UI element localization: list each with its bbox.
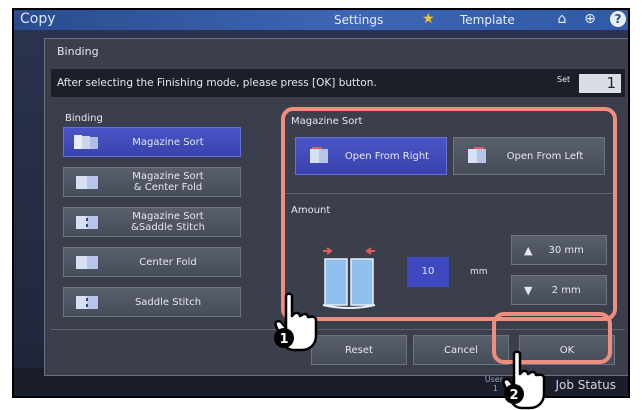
dialog-title: Binding (57, 45, 99, 58)
max-amount-label: 30 mm (548, 244, 584, 256)
center-fold-book-icon (76, 176, 98, 189)
open-from-left-button[interactable]: Open From Left (453, 137, 605, 175)
globe-icon[interactable]: ⊕ (582, 11, 598, 27)
star-icon: ★ (422, 11, 435, 27)
set-count: 1 (579, 74, 621, 93)
binding-center-fold-button[interactable]: Center Fold (63, 247, 241, 277)
set-label: Set (557, 75, 571, 84)
callout-number-1: 1 (279, 332, 288, 347)
instruction-bar: After selecting the Finishing mode, plea… (51, 69, 625, 97)
binding-magazine-sort-button[interactable]: Magazine Sort (63, 127, 241, 157)
amount-unit: mm (470, 267, 488, 277)
binding-magazine-center-fold-button[interactable]: Magazine Sort & Center Fold (63, 167, 241, 197)
open-left-icon (468, 147, 486, 163)
help-icon[interactable]: ? (610, 11, 626, 27)
triangle-up-icon: ▲ (524, 243, 533, 257)
decrease-amount-button[interactable]: ▼ 2 mm (511, 275, 607, 305)
hand-pointer-icon: 1 (274, 292, 318, 352)
settings-tab[interactable]: Settings (334, 13, 383, 27)
app-title: Copy (20, 11, 56, 27)
hand-pointer-icon: 2 (502, 350, 546, 410)
binding-saddle-stitch-button[interactable]: Saddle Stitch (63, 287, 241, 317)
book-margin-icon (322, 247, 376, 309)
saddle-stitch-book-icon (76, 216, 98, 229)
increase-amount-button[interactable]: ▲ 30 mm (511, 235, 607, 265)
open-from-right-label: Open From Right (344, 150, 430, 162)
amount-value-field[interactable]: 10 (407, 257, 449, 287)
binding-option-label: Magazine Sort &Saddle Stitch (131, 211, 205, 233)
open-from-right-button[interactable]: Open From Right (295, 137, 447, 175)
binding-option-label: Magazine Sort (132, 136, 204, 148)
binding-magazine-saddle-stitch-button[interactable]: Magazine Sort &Saddle Stitch (63, 207, 241, 237)
cancel-label: Cancel (444, 344, 478, 356)
user-count: 1 (492, 384, 498, 393)
top-bar: Copy Settings ★ Template ⌂ ⊕ ? (14, 10, 628, 30)
callout-number-2: 2 (509, 388, 518, 403)
open-from-left-label: Open From Left (506, 150, 584, 162)
binding-option-label: Saddle Stitch (134, 296, 202, 308)
instruction-text: After selecting the Finishing mode, plea… (57, 77, 377, 89)
template-tab[interactable]: Template (460, 13, 515, 27)
binding-option-label: Center Fold (139, 256, 197, 268)
magazine-sort-label: Magazine Sort (291, 116, 363, 127)
binding-label: Binding (65, 113, 103, 124)
min-amount-label: 2 mm (551, 284, 581, 296)
stapled-book-icon (76, 296, 98, 309)
section-divider (285, 193, 613, 194)
open-book-icon (76, 256, 98, 269)
job-status-button[interactable]: Job Status (555, 378, 616, 392)
reset-label: Reset (345, 344, 373, 356)
amount-label: Amount (291, 205, 331, 216)
magazine-sort-icon (74, 135, 98, 149)
triangle-down-icon: ▼ (524, 283, 533, 297)
open-right-icon (310, 147, 328, 163)
home-icon[interactable]: ⌂ (554, 11, 570, 27)
reset-button[interactable]: Reset (311, 335, 407, 365)
binding-option-label: Magazine Sort & Center Fold (132, 171, 204, 193)
